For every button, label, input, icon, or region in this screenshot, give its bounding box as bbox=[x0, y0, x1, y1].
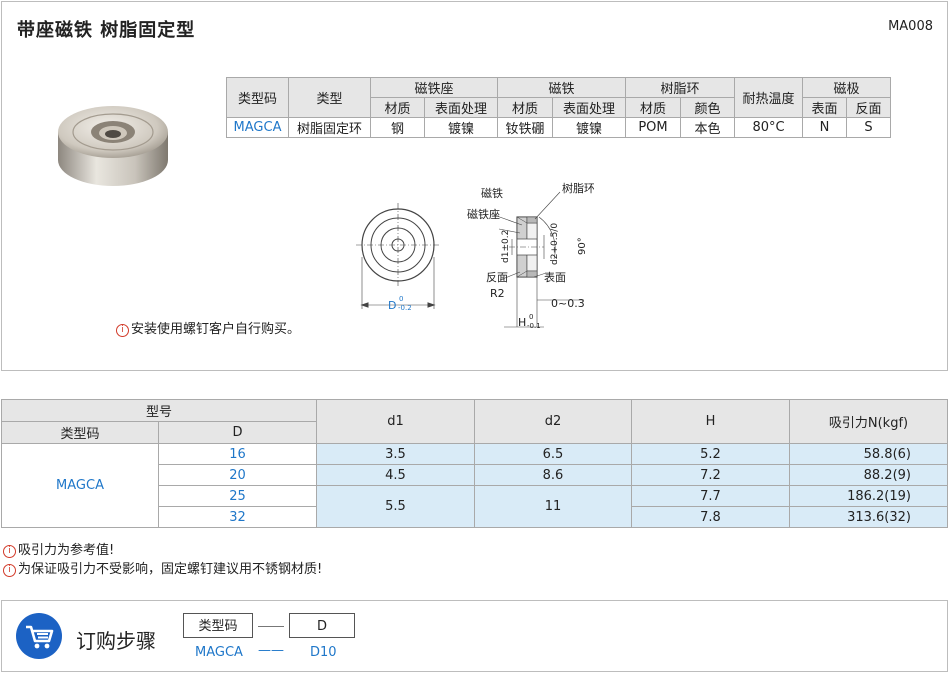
install-note: i 安装使用螺钉客户自行购买。 bbox=[116, 318, 300, 337]
product-panel: 带座磁铁 树脂固定型 MA008 类型码 类型 磁铁座 磁铁 树脂环 耐热温度 … bbox=[1, 1, 948, 371]
front-view bbox=[356, 203, 440, 309]
label-magnet: 磁铁 bbox=[481, 187, 503, 200]
order-col-type-code: 类型码 bbox=[183, 613, 253, 638]
label-d2: d2+0.5/0 bbox=[550, 223, 560, 265]
spec-magnet-material: 钕铁硼 bbox=[497, 117, 553, 138]
technical-drawing: D 0 -0.2 磁铁 树脂环 磁铁座 d1±0.2 d2+0.5/0 90° … bbox=[356, 181, 594, 330]
table-row: MAGCA 16 3.5 6.5 5.2 58.8(6) bbox=[1, 443, 948, 528]
spec-base-surface: 镀镍 bbox=[424, 117, 498, 138]
spec-temp: 80°C bbox=[734, 117, 803, 138]
spec-header-resin-material: 材质 bbox=[625, 97, 681, 118]
info-icon: i bbox=[3, 564, 16, 577]
dim-h: 7.7 bbox=[631, 485, 790, 507]
spec-header-base-material: 材质 bbox=[370, 97, 425, 118]
cart-icon bbox=[16, 613, 62, 659]
spec-header-magnet-material: 材质 bbox=[497, 97, 553, 118]
dim-header-d2: d2 bbox=[474, 399, 632, 444]
force-note: i 吸引力为参考值! bbox=[3, 539, 114, 558]
dim-d1: 5.5 bbox=[316, 485, 475, 528]
label-back: 反面 bbox=[486, 271, 508, 284]
spec-resin-material: POM bbox=[625, 117, 681, 138]
dim-d1: 3.5 bbox=[316, 443, 475, 465]
label-h-tol-upper: 0 bbox=[529, 313, 533, 321]
spec-header-base-surface: 表面处理 bbox=[424, 97, 498, 118]
spec-header-type-code: 类型码 bbox=[226, 77, 289, 118]
dim-d-label: D bbox=[388, 299, 396, 312]
spec-header-type: 类型 bbox=[288, 77, 371, 118]
label-front: 表面 bbox=[544, 270, 566, 284]
order-example-dash: —— bbox=[258, 643, 284, 658]
label-d1: d1±0.2 bbox=[501, 230, 511, 263]
spec-header-front: 表面 bbox=[802, 97, 847, 118]
label-angle: 90° bbox=[577, 237, 588, 255]
dim-type-code: MAGCA bbox=[1, 443, 159, 528]
dim-d1: 4.5 bbox=[316, 464, 475, 486]
order-connector bbox=[258, 626, 284, 627]
spec-header-magnet-surface: 表面处理 bbox=[552, 97, 626, 118]
dim-header-force: 吸引力N(kgf) bbox=[789, 399, 948, 444]
product-photo bbox=[58, 106, 168, 186]
dim-header-h: H bbox=[631, 399, 790, 444]
spec-header-pole: 磁极 bbox=[802, 77, 891, 98]
dim-header-type-code: 类型码 bbox=[1, 421, 159, 444]
dim-d2: 11 bbox=[474, 485, 632, 528]
order-title: 订购步骤 bbox=[76, 629, 156, 653]
force-note-text: 吸引力为参考值! bbox=[18, 543, 115, 558]
dim-d[interactable]: 25 bbox=[158, 485, 317, 507]
dimension-table: 型号 d1 d2 H 吸引力N(kgf) 类型码 D MAGCA 16 3.5 … bbox=[1, 399, 948, 528]
label-magnet-base: 磁铁座 bbox=[467, 207, 500, 221]
screw-note: i 为保证吸引力不受影响，固定螺钉建议用不锈钢材质! bbox=[3, 558, 322, 577]
install-note-text: 安装使用螺钉客户自行购买。 bbox=[131, 322, 301, 337]
spec-type-code: MAGCA bbox=[226, 117, 289, 138]
page-title: 带座磁铁 树脂固定型 bbox=[17, 20, 196, 41]
spec-magnet-surface: 镀镍 bbox=[552, 117, 626, 138]
dim-force: 186.2(19) bbox=[789, 485, 948, 507]
dim-d-tol-upper: 0 bbox=[399, 295, 403, 303]
order-example-d: D10 bbox=[310, 645, 337, 660]
label-h: H bbox=[518, 316, 526, 329]
order-steps-panel: 订购步骤 类型码 D MAGCA —— D10 bbox=[1, 600, 948, 672]
screw-note-text: 为保证吸引力不受影响，固定螺钉建议用不锈钢材质! bbox=[18, 562, 323, 577]
dim-h: 7.8 bbox=[631, 506, 790, 528]
dim-d-tol-lower: -0.2 bbox=[398, 304, 412, 312]
spec-table: 类型码 类型 磁铁座 磁铁 树脂环 耐热温度 磁极 材质 表面处理 材质 表面处… bbox=[226, 77, 891, 138]
dim-header-d1: d1 bbox=[316, 399, 475, 444]
spec-pole-front: N bbox=[802, 117, 847, 138]
dim-d2: 8.6 bbox=[474, 464, 632, 486]
label-resin-ring: 树脂环 bbox=[562, 181, 594, 195]
label-r2: R2 bbox=[490, 287, 505, 300]
spec-header-temp: 耐热温度 bbox=[734, 77, 803, 118]
dim-d2: 6.5 bbox=[474, 443, 632, 465]
dim-d[interactable]: 20 bbox=[158, 464, 317, 486]
spec-base-material: 钢 bbox=[370, 117, 425, 138]
info-icon: i bbox=[116, 324, 129, 337]
product-code: MA008 bbox=[888, 19, 933, 34]
dim-header-model: 型号 bbox=[1, 399, 317, 422]
spec-resin-color: 本色 bbox=[680, 117, 735, 138]
spec-header-resin: 树脂环 bbox=[625, 77, 735, 98]
dim-d[interactable]: 32 bbox=[158, 506, 317, 528]
spec-header-back: 反面 bbox=[846, 97, 891, 118]
spec-header-resin-color: 颜色 bbox=[680, 97, 735, 118]
dim-h: 7.2 bbox=[631, 464, 790, 486]
dim-h: 5.2 bbox=[631, 443, 790, 465]
order-example-type-code: MAGCA bbox=[195, 645, 243, 660]
info-icon: i bbox=[3, 545, 16, 558]
label-gap: 0~0.3 bbox=[551, 297, 585, 310]
spec-pole-back: S bbox=[846, 117, 891, 138]
dim-force: 88.2(9) bbox=[789, 464, 948, 486]
dim-force: 58.8(6) bbox=[789, 443, 948, 465]
dim-header-d: D bbox=[158, 421, 317, 444]
label-h-tol-lower: -0.1 bbox=[527, 322, 541, 330]
dim-force: 313.6(32) bbox=[789, 506, 948, 528]
dim-d[interactable]: 16 bbox=[158, 443, 317, 465]
spec-header-base: 磁铁座 bbox=[370, 77, 498, 98]
spec-header-magnet: 磁铁 bbox=[497, 77, 626, 98]
spec-type: 树脂固定环 bbox=[288, 117, 371, 138]
order-col-d: D bbox=[289, 613, 355, 638]
